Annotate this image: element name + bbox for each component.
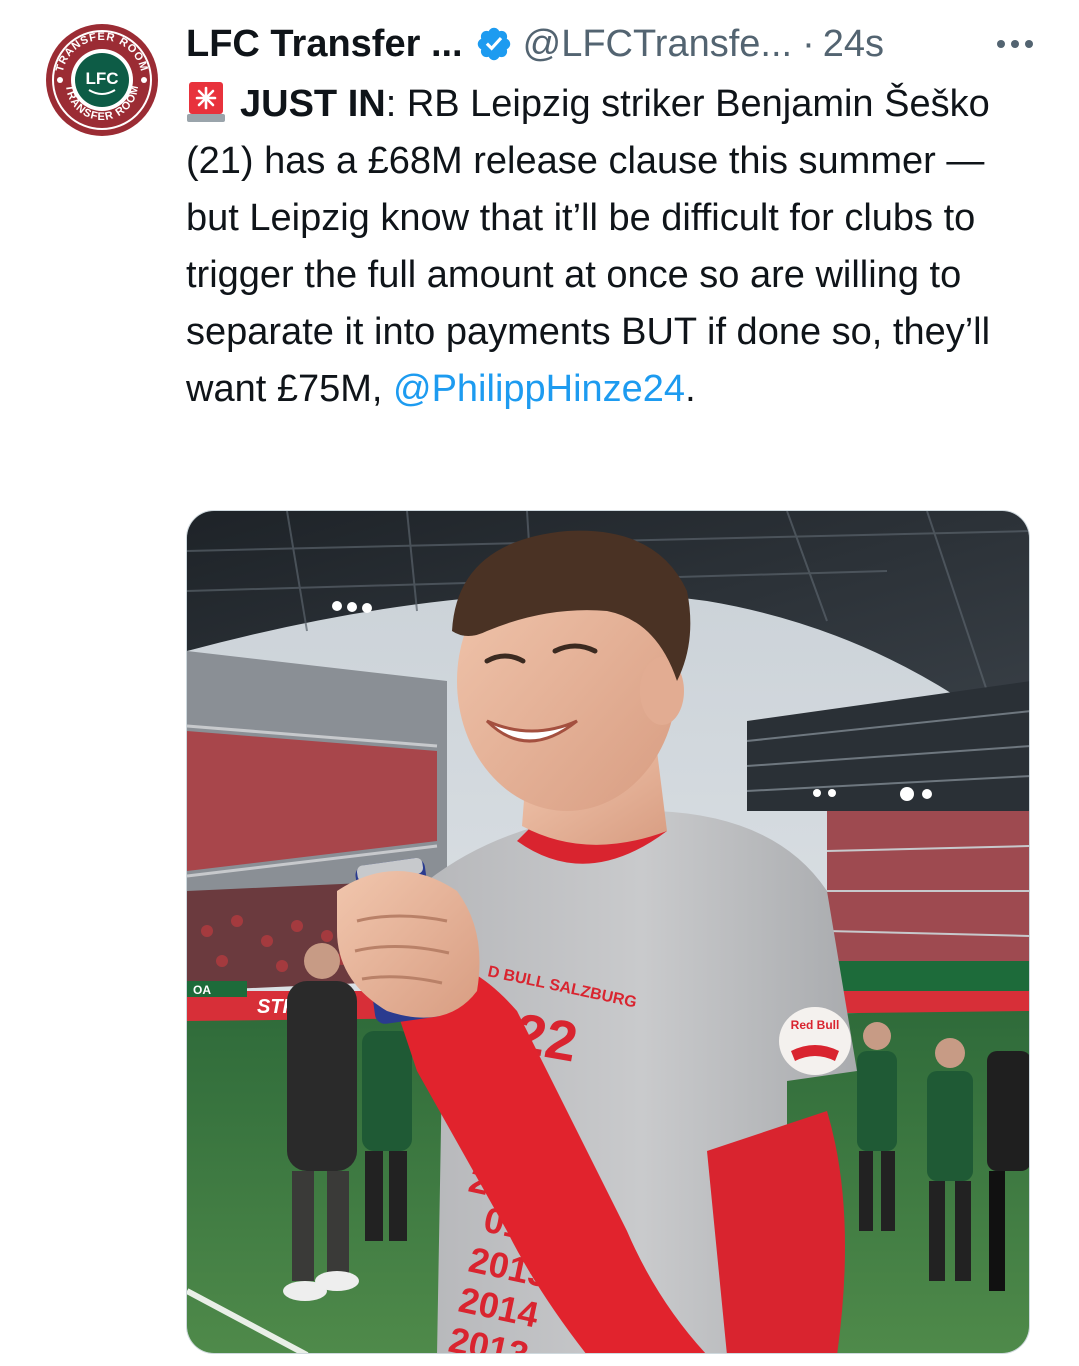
just-in-colon: :: [385, 83, 397, 125]
tweet-header: LFC Transfer ... @LFCTransfe... · 24s: [186, 16, 1039, 72]
author-avatar[interactable]: TRANSFER ROOM TRANSFER ROOM LFC: [44, 22, 160, 138]
just-in-label: JUST IN: [240, 83, 386, 125]
author-name[interactable]: LFC Transfer ...: [186, 23, 463, 66]
avatar-crest-text: LFC: [85, 69, 118, 88]
player-photo: OA STR D BULL SALZBURG 22 2015 2014 2013…: [187, 511, 1029, 1353]
author-handle[interactable]: @LFCTransfe...: [523, 23, 792, 66]
tweet-media-photo[interactable]: OA STR D BULL SALZBURG 22 2015 2014 2013…: [186, 510, 1030, 1354]
tweet-text: JUST IN: RB Leipzig striker Benjamin Šeš…: [186, 76, 1036, 418]
tweet-body-text: RB Leipzig striker Benjamin Šeško (21) h…: [186, 83, 991, 410]
sleeve-badge-text: Red Bull: [791, 1018, 840, 1032]
mention-link[interactable]: @PhilippHinze24: [393, 368, 685, 410]
verified-badge-icon[interactable]: [475, 25, 513, 63]
tweet-end-punct: .: [685, 368, 696, 410]
tweet-timestamp[interactable]: 24s: [823, 23, 884, 66]
transfer-room-logo: TRANSFER ROOM TRANSFER ROOM LFC: [46, 24, 158, 136]
more-options-icon[interactable]: [997, 40, 1039, 48]
header-separator: ·: [802, 22, 815, 65]
rotating-light-emoji: [186, 80, 226, 124]
ad-board-text: OA: [193, 983, 211, 997]
